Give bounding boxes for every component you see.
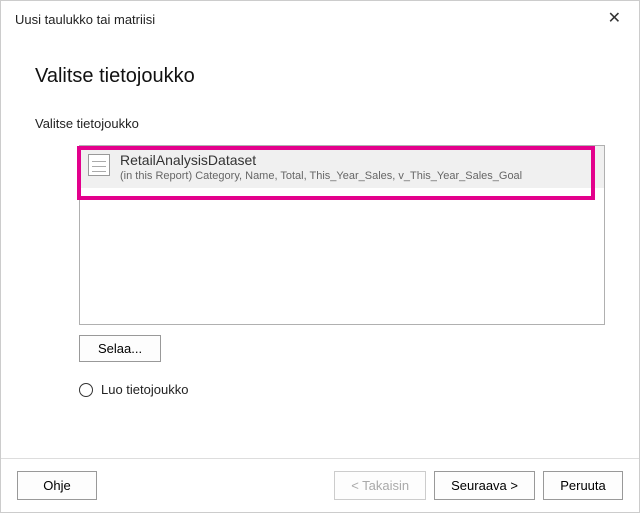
section-label: Valitse tietojoukko	[35, 116, 605, 131]
titlebar: Uusi taulukko tai matriisi ✕	[1, 1, 639, 37]
dataset-description: (in this Report) Category, Name, Total, …	[120, 170, 596, 182]
page-title: Valitse tietojoukko	[35, 65, 605, 88]
next-button[interactable]: Seuraava >	[434, 471, 535, 500]
dataset-listbox[interactable]: RetailAnalysisDataset (in this Report) C…	[79, 145, 605, 325]
back-button: < Takaisin	[334, 471, 426, 500]
dataset-item[interactable]: RetailAnalysisDataset (in this Report) C…	[80, 146, 604, 188]
create-dataset-radio[interactable]: Luo tietojoukko	[79, 382, 605, 397]
cancel-button[interactable]: Peruuta	[543, 471, 623, 500]
table-icon	[88, 154, 110, 176]
help-button[interactable]: Ohje	[17, 471, 97, 500]
radio-icon	[79, 383, 93, 397]
browse-button[interactable]: Selaa...	[79, 335, 161, 362]
radio-label: Luo tietojoukko	[101, 382, 188, 397]
close-icon[interactable]: ✕	[602, 9, 627, 29]
dialog-footer: Ohje < Takaisin Seuraava > Peruuta	[1, 458, 639, 512]
window-title: Uusi taulukko tai matriisi	[15, 12, 155, 27]
dataset-name: RetailAnalysisDataset	[120, 152, 596, 168]
